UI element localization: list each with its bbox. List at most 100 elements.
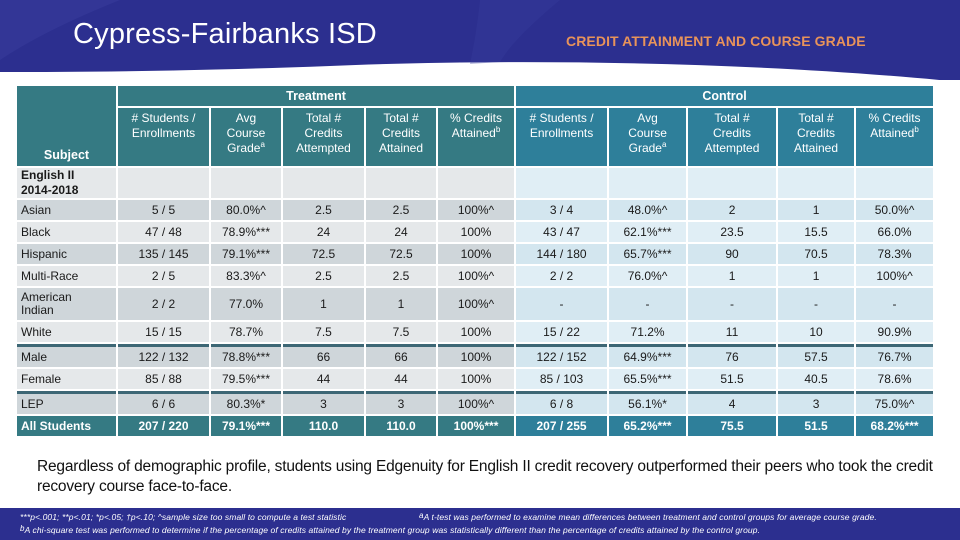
- control-cell: 57.5: [778, 344, 855, 367]
- treatment-cell: 100%: [438, 244, 515, 264]
- total-treatment-cell: 100%***: [438, 416, 515, 436]
- control-cell: 51.5: [688, 369, 777, 389]
- total-control-cell: 51.5: [778, 416, 855, 436]
- column-header-line: # Students /: [529, 111, 594, 125]
- treatment-cell: 72.5: [366, 244, 436, 264]
- treatment-cell: 79.5%***: [211, 369, 281, 389]
- control-cell: 4: [688, 391, 777, 414]
- control-cell: 65.7%***: [609, 244, 687, 264]
- control-cell: 71.2%: [609, 322, 687, 342]
- treatment-column-header: Total # Credits Attempted: [283, 108, 364, 166]
- column-header-line: Total #: [383, 111, 419, 125]
- column-header-line: Course: [628, 126, 667, 140]
- control-cell: 100%^: [856, 266, 934, 286]
- table-row: American Indian 2 / 2 77.0% 1 1 100%^ - - - - -: [17, 288, 934, 320]
- chisquare-footnote: bA chi-square test was performed to dete…: [20, 525, 760, 536]
- column-header-line: Total #: [798, 111, 834, 125]
- control-cell: -: [609, 288, 687, 320]
- row-subject: White: [17, 322, 116, 342]
- control-cell: 65.5%***: [609, 369, 687, 389]
- column-header-text: Grade: [628, 141, 662, 155]
- column-header-line: Total #: [714, 111, 750, 125]
- treatment-cell: 100%^: [438, 288, 515, 320]
- total-control-cell: 207 / 255: [516, 416, 608, 436]
- treatment-cell: 7.5: [366, 322, 436, 342]
- row-subject: Asian: [17, 200, 116, 220]
- table-row: Female 85 / 88 79.5%*** 44 44 100% 85 / 103 65.…: [17, 369, 934, 389]
- control-column-header: Avg Course Gradea: [609, 108, 687, 166]
- row-subject: Multi-Race: [17, 266, 116, 286]
- column-header-line: Attainedb: [856, 126, 933, 141]
- total-treatment-cell: 110.0: [283, 416, 364, 436]
- treatment-cell: 72.5: [283, 244, 364, 264]
- treatment-column-header: % Credits Attainedb: [438, 108, 515, 166]
- treatment-cell: 122 / 132: [118, 344, 209, 367]
- control-cell: 85 / 103: [516, 369, 608, 389]
- ttest-footnote-text: A t-test was performed to examine mean d…: [423, 512, 877, 522]
- table-row: Black 47 / 48 78.9%*** 24 24 100% 43 / 47 62.1%…: [17, 222, 934, 242]
- treatment-column-header: Avg Course Gradea: [211, 108, 281, 166]
- control-group-header: Control: [516, 86, 934, 106]
- control-cell: 11: [688, 322, 777, 342]
- total-control-cell: 68.2%***: [856, 416, 934, 436]
- column-header-line: Course: [226, 126, 266, 140]
- column-header-superscript: a: [260, 140, 265, 149]
- treatment-cell: 6 / 6: [118, 391, 209, 414]
- total-row-label: All Students: [17, 416, 116, 436]
- total-treatment-cell: 79.1%***: [211, 416, 281, 436]
- treatment-cell: 66: [283, 344, 364, 367]
- control-cell: 56.1%*: [609, 391, 687, 414]
- treatment-cell: 100%^: [438, 200, 515, 220]
- row-subject: Hispanic: [17, 244, 116, 264]
- control-cell: 40.5: [778, 369, 855, 389]
- control-cell: 64.9%***: [609, 344, 687, 367]
- row-subject: American Indian: [17, 288, 116, 320]
- control-cell: 15.5: [778, 222, 855, 242]
- treatment-cell: 100%: [438, 222, 515, 242]
- control-cell: 90: [688, 244, 777, 264]
- column-header-text: Attained: [870, 126, 915, 140]
- control-cell: 15 / 22: [516, 322, 608, 342]
- control-cell: -: [856, 288, 934, 320]
- treatment-cell: 3: [283, 391, 364, 414]
- control-cell: 76: [688, 344, 777, 367]
- table-row: LEP 6 / 6 80.3%* 3 3 100%^ 6 / 8 56.1%* 4 3 75.0%^: [17, 391, 934, 414]
- treatment-cell: 24: [283, 222, 364, 242]
- row-subject-line: Indian: [21, 303, 54, 317]
- column-header-line: Enrollments: [529, 126, 594, 140]
- treatment-cell: 80.0%^: [211, 200, 281, 220]
- column-header-superscript: a: [661, 140, 667, 149]
- treatment-cell: 79.1%***: [211, 244, 281, 264]
- treatment-cell: 2 / 2: [118, 288, 209, 320]
- column-header-superscript: b: [914, 125, 919, 134]
- section-label: English II 2014-2018: [17, 168, 116, 198]
- row-subject: Black: [17, 222, 116, 242]
- control-cell: -: [688, 288, 777, 320]
- control-cell: 43 / 47: [516, 222, 608, 242]
- control-cell: 122 / 152: [516, 344, 608, 367]
- column-header-line: Attainedb: [438, 126, 514, 141]
- treatment-cell: 83.3%^: [211, 266, 281, 286]
- control-cell: 144 / 180: [516, 244, 608, 264]
- treatment-cell: 66: [366, 344, 436, 367]
- treatment-cell: 2.5: [283, 200, 364, 220]
- column-header-line: Credits: [797, 126, 836, 140]
- section-years: 2014-2018: [21, 183, 79, 197]
- control-cell: 2 / 2: [516, 266, 608, 286]
- treatment-cell: 44: [283, 369, 364, 389]
- control-cell: 78.3%: [856, 244, 934, 264]
- ttest-footnote: aA t-test was performed to examine mean …: [419, 512, 877, 523]
- treatment-cell: 44: [366, 369, 436, 389]
- treatment-cell: 100%^: [438, 266, 515, 286]
- control-cell: 62.1%***: [609, 222, 687, 242]
- column-header-line: Gradea: [609, 141, 686, 156]
- column-header-line: Enrollments: [131, 126, 196, 140]
- treatment-group-header: Treatment: [118, 86, 515, 106]
- column-header-line: Attempted: [704, 141, 760, 155]
- treatment-cell: 80.3%*: [211, 391, 281, 414]
- control-cell: 90.9%: [856, 322, 934, 342]
- control-cell: 48.0%^: [609, 200, 687, 220]
- control-cell: 66.0%: [856, 222, 934, 242]
- treatment-column-header: # Students / Enrollments: [118, 108, 209, 166]
- table-row: Hispanic 135 / 145 79.1%*** 72.5 72.5 100% 144…: [17, 244, 934, 264]
